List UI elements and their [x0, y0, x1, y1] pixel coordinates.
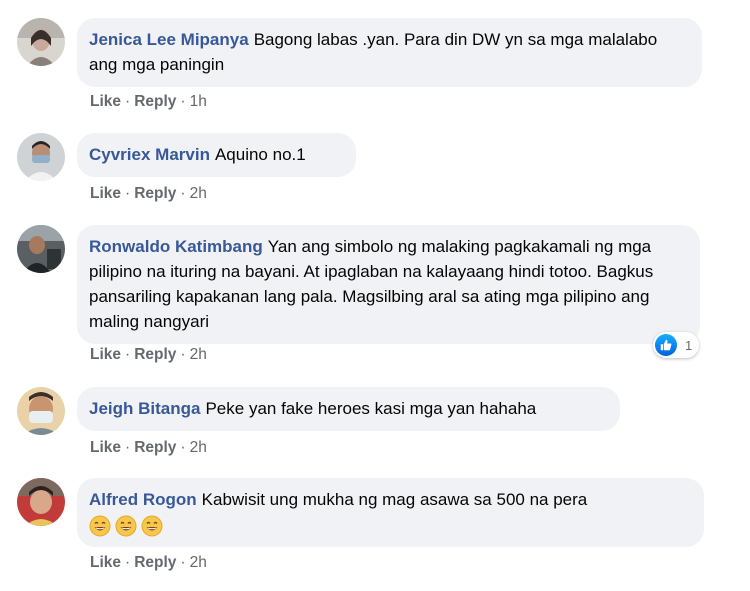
comment-timestamp[interactable]: 1h	[190, 93, 207, 110]
like-icon	[655, 334, 677, 356]
separator-dot: ·	[125, 554, 131, 571]
comment-timestamp[interactable]: 2h	[190, 185, 207, 202]
like-link[interactable]: Like	[90, 93, 121, 110]
reply-link[interactable]: Reply	[134, 346, 176, 363]
grinning-face-icon	[115, 515, 137, 537]
avatar[interactable]	[17, 225, 65, 273]
grinning-face-icon	[141, 515, 163, 537]
comment-bubble: Ronwaldo Katimbang Yan ang simbolo ng mal…	[77, 225, 700, 344]
comment-actions: Like · Reply · 2h	[90, 346, 207, 364]
separator-dot: ·	[125, 346, 131, 363]
separator-dot: ·	[180, 346, 186, 363]
comment-text: Aquino no.1	[214, 145, 306, 164]
reply-link[interactable]: Reply	[134, 439, 176, 456]
comment-actions: Like · Reply · 2h	[90, 185, 207, 203]
comment-bubble: Cyvriex Marvin Aquino no.1	[77, 133, 356, 177]
reaction-count: 1	[685, 337, 693, 353]
avatar[interactable]	[17, 133, 65, 181]
reaction-summary[interactable]: 1	[653, 332, 699, 358]
reply-link[interactable]: Reply	[134, 185, 176, 202]
comment-timestamp[interactable]: 2h	[190, 346, 207, 363]
separator-dot: ·	[180, 439, 186, 456]
like-link[interactable]: Like	[90, 346, 121, 363]
avatar[interactable]	[17, 478, 65, 526]
like-link[interactable]: Like	[90, 554, 121, 571]
grinning-face-icon	[89, 515, 111, 537]
comment-bubble: Jeigh Bitanga Peke yan fake heroes kasi m…	[77, 387, 620, 431]
comment-timestamp[interactable]: 2h	[190, 554, 207, 571]
comment-text: Peke yan fake heroes kasi mga yan hahaha	[205, 399, 537, 418]
separator-dot: ·	[125, 439, 131, 456]
comment-actions: Like · Reply · 2h	[90, 554, 207, 572]
comment-author[interactable]: Ronwaldo Katimbang	[89, 237, 263, 256]
separator-dot: ·	[125, 93, 131, 110]
comment-bubble: Alfred Rogon Kabwisit ung mukha ng mag as…	[77, 478, 704, 547]
comment-timestamp[interactable]: 2h	[190, 439, 207, 456]
comment-author[interactable]: Jeigh Bitanga	[89, 399, 200, 418]
like-link[interactable]: Like	[90, 185, 121, 202]
separator-dot: ·	[180, 185, 186, 202]
like-link[interactable]: Like	[90, 439, 121, 456]
comment-author[interactable]: Jenica Lee Mipanya	[89, 30, 249, 49]
separator-dot: ·	[125, 185, 131, 202]
separator-dot: ·	[180, 554, 186, 571]
comment-text: Kabwisit ung mukha ng mag asawa sa 500 n…	[201, 490, 588, 509]
reply-link[interactable]: Reply	[134, 93, 176, 110]
reply-link[interactable]: Reply	[134, 554, 176, 571]
comment-bubble: Jenica Lee Mipanya Bagong labas .yan. Par…	[77, 18, 702, 87]
avatar[interactable]	[17, 18, 65, 66]
comment-actions: Like · Reply · 1h	[90, 93, 207, 111]
comment-author[interactable]: Cyvriex Marvin	[89, 145, 210, 164]
avatar[interactable]	[17, 387, 65, 435]
comment-author[interactable]: Alfred Rogon	[89, 490, 197, 509]
separator-dot: ·	[180, 93, 186, 110]
comment-actions: Like · Reply · 2h	[90, 439, 207, 457]
